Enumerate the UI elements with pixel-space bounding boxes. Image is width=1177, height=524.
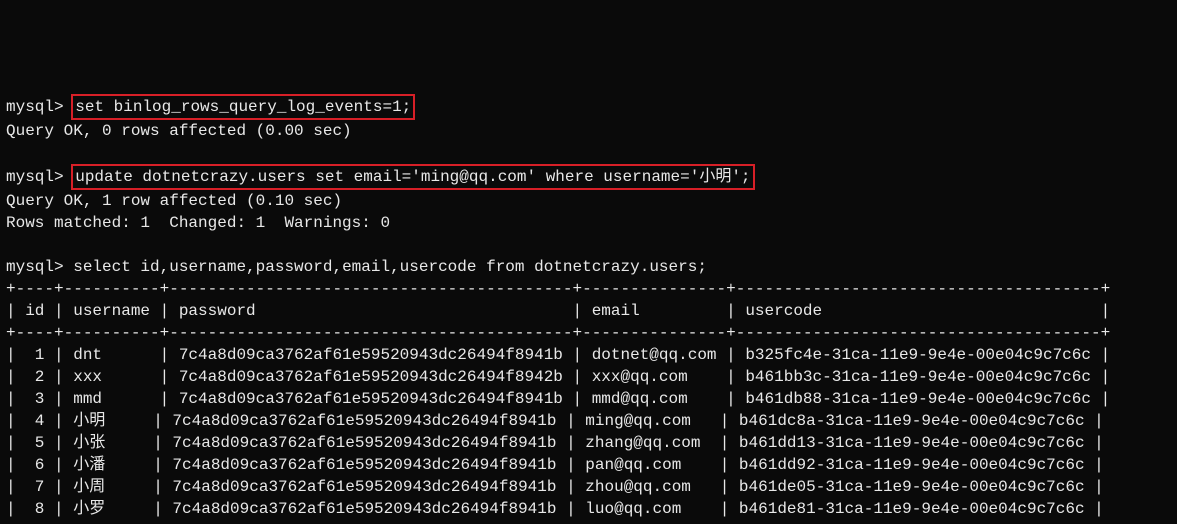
mysql-prompt: mysql>	[6, 168, 64, 186]
table-header: | id | username | password | email | use…	[6, 302, 1110, 320]
table-row: | 2 | xxx | 7c4a8d09ca3762af61e59520943d…	[6, 368, 1110, 386]
table-border: +----+----------+-----------------------…	[6, 280, 1110, 298]
table-row: | 6 | 小潘 | 7c4a8d09ca3762af61e59520943dc…	[6, 456, 1104, 474]
table-border: +----+----------+-----------------------…	[6, 522, 1110, 524]
table-row: | 3 | mmd | 7c4a8d09ca3762af61e59520943d…	[6, 390, 1110, 408]
table-row: | 5 | 小张 | 7c4a8d09ca3762af61e59520943dc…	[6, 434, 1104, 452]
table-row: | 1 | dnt | 7c4a8d09ca3762af61e59520943d…	[6, 346, 1110, 364]
mysql-prompt: mysql>	[6, 258, 64, 276]
table-row: | 8 | 小罗 | 7c4a8d09ca3762af61e59520943dc…	[6, 500, 1104, 518]
table-border: +----+----------+-----------------------…	[6, 324, 1110, 342]
mysql-prompt: mysql>	[6, 98, 64, 116]
table-row: | 7 | 小周 | 7c4a8d09ca3762af61e59520943dc…	[6, 478, 1104, 496]
terminal-output[interactable]: mysql> set binlog_rows_query_log_events=…	[0, 88, 1177, 524]
select-command: select id,username,password,email,userco…	[73, 258, 707, 276]
table-row: | 4 | 小明 | 7c4a8d09ca3762af61e59520943dc…	[6, 412, 1104, 430]
result-line: Rows matched: 1 Changed: 1 Warnings: 0	[6, 214, 390, 232]
result-line: Query OK, 1 row affected (0.10 sec)	[6, 192, 342, 210]
highlighted-command-1: set binlog_rows_query_log_events=1;	[71, 94, 415, 120]
result-line: Query OK, 0 rows affected (0.00 sec)	[6, 122, 352, 140]
highlighted-command-2: update dotnetcrazy.users set email='ming…	[71, 164, 754, 190]
